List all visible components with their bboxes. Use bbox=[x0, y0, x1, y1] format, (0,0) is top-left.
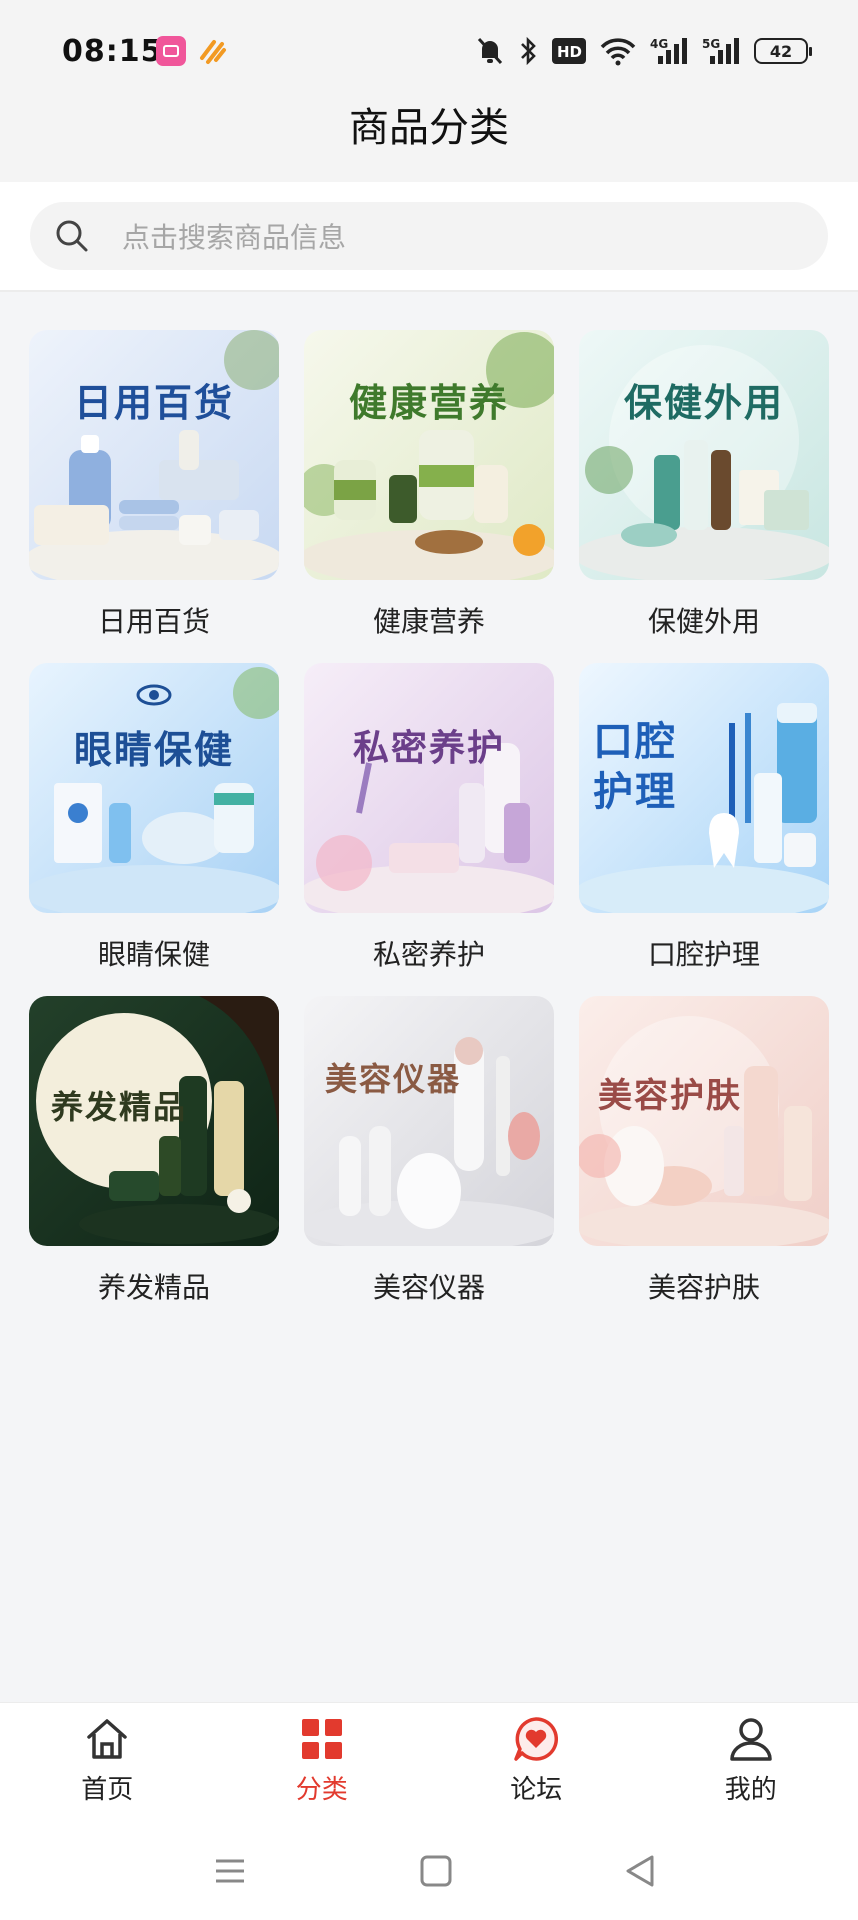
category-label: 养发精品 bbox=[97, 1271, 210, 1304]
category-eye-care[interactable]: 眼睛保健 眼睛保健 bbox=[29, 663, 279, 996]
category-label: 美容仪器 bbox=[372, 1271, 485, 1304]
category-daily-goods[interactable]: 日用百货 日用百货 bbox=[29, 330, 279, 663]
search-bar bbox=[0, 182, 858, 292]
nav-category-label: 分类 bbox=[295, 1775, 348, 1805]
forum-heart-icon bbox=[514, 1717, 559, 1761]
nav-profile[interactable]: 我的 bbox=[644, 1703, 858, 1825]
category-health-nutrition[interactable]: 健康营养 健康营养 bbox=[304, 330, 554, 663]
category-beauty-devices[interactable]: 美容仪器 美容仪器 bbox=[304, 996, 554, 1329]
nav-profile-label: 我的 bbox=[724, 1775, 777, 1805]
category-image: 私密养护 bbox=[304, 663, 554, 913]
battery-indicator: 42 bbox=[754, 38, 812, 64]
home-icon bbox=[87, 1719, 127, 1759]
category-banner-text: 美容仪器 bbox=[324, 1060, 461, 1098]
category-banner-text: 私密养护 bbox=[352, 727, 505, 769]
category-intimate-care[interactable]: 私密养护 私密养护 bbox=[304, 663, 554, 996]
user-icon bbox=[730, 1718, 772, 1761]
category-grid: 日用百货 日用百货 健康营养 健康营养 保健外用 保健外用 眼睛保健 眼睛保健 … bbox=[29, 330, 831, 1329]
category-image: 美容护肤 bbox=[579, 996, 829, 1246]
category-banner-text: 美容护肤 bbox=[598, 1076, 742, 1116]
status-bar: 08:15 HD 4G 5G 42 bbox=[0, 0, 858, 100]
status-time: 08:15 bbox=[62, 34, 163, 69]
category-image: 养发精品 bbox=[29, 996, 279, 1246]
category-image: 美容仪器 bbox=[304, 996, 554, 1246]
bottom-nav: 首页 分类 论坛 我的 bbox=[0, 1703, 858, 1825]
search-input[interactable] bbox=[120, 202, 774, 272]
signal-4g-icon: 4G bbox=[650, 36, 688, 66]
category-label: 美容护肤 bbox=[647, 1271, 760, 1304]
page-header: 商品分类 bbox=[0, 100, 858, 182]
nav-category[interactable]: 分类 bbox=[215, 1703, 430, 1825]
category-oral-care[interactable]: 口腔 护理 口腔护理 bbox=[579, 663, 829, 996]
category-label: 保健外用 bbox=[647, 605, 760, 638]
category-banner-text: 健康营养 bbox=[348, 380, 509, 425]
category-banner-text: 口腔 护理 bbox=[593, 718, 677, 815]
home-square-icon[interactable] bbox=[416, 1851, 456, 1891]
hd-icon: HD bbox=[552, 36, 586, 66]
category-hair-care[interactable]: 养发精品 养发精品 bbox=[29, 996, 279, 1329]
category-grid-icon bbox=[301, 1719, 342, 1759]
mute-bell-icon bbox=[476, 36, 504, 66]
search-icon bbox=[56, 220, 88, 252]
svg-text:HD: HD bbox=[557, 43, 582, 61]
system-nav-bar bbox=[0, 1825, 858, 1920]
signal-5g-icon: 5G bbox=[702, 36, 740, 66]
category-banner-text: 日用百货 bbox=[73, 380, 234, 425]
category-image: 眼睛保健 bbox=[29, 663, 279, 913]
wifi-icon bbox=[600, 36, 636, 66]
category-image: 口腔 护理 bbox=[579, 663, 829, 913]
category-label: 日用百货 bbox=[97, 605, 210, 638]
svg-text:4G: 4G bbox=[650, 37, 668, 51]
nav-forum[interactable]: 论坛 bbox=[429, 1703, 644, 1825]
svg-text:5G: 5G bbox=[702, 37, 720, 51]
category-image: 健康营养 bbox=[304, 330, 554, 580]
category-label: 口腔护理 bbox=[647, 938, 760, 971]
menu-icon[interactable] bbox=[210, 1851, 250, 1891]
category-skincare[interactable]: 美容护肤 美容护肤 bbox=[579, 996, 829, 1329]
back-triangle-icon[interactable] bbox=[620, 1851, 660, 1891]
category-image: 保健外用 bbox=[579, 330, 829, 580]
orange-app-icon bbox=[198, 36, 228, 66]
nav-forum-label: 论坛 bbox=[510, 1775, 563, 1805]
nav-home-label: 首页 bbox=[81, 1775, 134, 1805]
page-title: 商品分类 bbox=[349, 105, 509, 151]
category-banner-text: 眼睛保健 bbox=[73, 727, 234, 772]
bluetooth-icon bbox=[518, 36, 538, 66]
category-banner-text: 保健外用 bbox=[623, 380, 784, 425]
category-external-care[interactable]: 保健外用 保健外用 bbox=[579, 330, 829, 663]
category-banner-text: 养发精品 bbox=[50, 1088, 187, 1126]
search-box[interactable] bbox=[30, 202, 828, 272]
category-image: 日用百货 bbox=[29, 330, 279, 580]
category-label: 眼睛保健 bbox=[97, 938, 210, 971]
category-label: 私密养护 bbox=[372, 938, 485, 971]
bilibili-app-icon bbox=[156, 36, 186, 66]
category-label: 健康营养 bbox=[372, 605, 485, 638]
nav-home[interactable]: 首页 bbox=[0, 1703, 215, 1825]
